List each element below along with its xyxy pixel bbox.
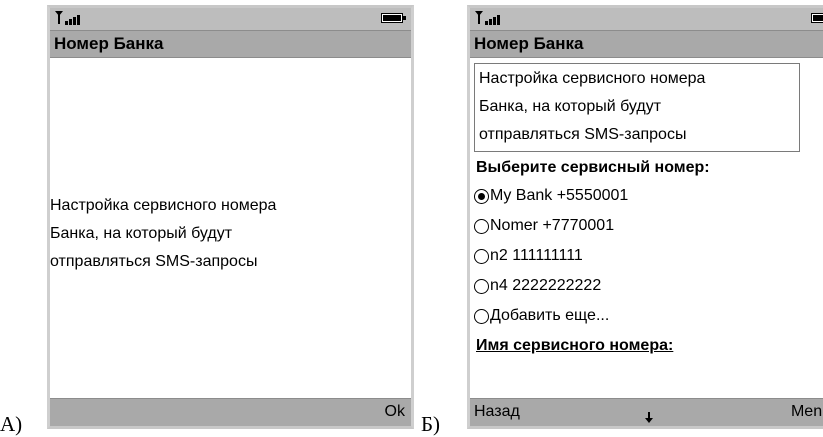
phone-screen-a: Номер Банка Настройка сервисного номера … xyxy=(47,5,414,429)
radio-option-label: n2 111111111 xyxy=(490,247,583,264)
screen-title: Номер Банка xyxy=(470,30,823,58)
description-line: Банка, на который будут xyxy=(479,98,662,115)
description-line: отправляться SMS-запросы xyxy=(479,126,687,143)
radio-unchecked-icon[interactable] xyxy=(474,308,489,324)
battery-icon xyxy=(811,13,823,23)
select-number-label: Выберите сервисный номер: xyxy=(476,159,710,176)
description-textbox: Настройка сервисного номера Банка, на ко… xyxy=(474,63,800,152)
battery-fill xyxy=(383,15,401,21)
description-line: Настройка сервисного номера xyxy=(479,70,706,87)
description-text: Настройка сервисного номера Банка, на ко… xyxy=(50,192,410,276)
number-name-label: Имя сервисного номера: xyxy=(476,337,674,354)
radio-option-label: My Bank +5550001 xyxy=(490,187,629,204)
radio-option-label: n4 2222222222 xyxy=(490,277,602,294)
screen-content: Настройка сервисного номера Банка, на ко… xyxy=(50,58,411,398)
softkey-bar: Ok xyxy=(50,398,411,426)
radio-unchecked-icon[interactable] xyxy=(474,278,489,294)
figure-label-a: А) xyxy=(0,412,23,436)
battery-icon xyxy=(381,13,406,23)
description-line: отправляться SMS-запросы xyxy=(50,253,258,270)
description-line: Банка, на который будут xyxy=(50,225,233,242)
radio-list: My Bank +5550001 Nomer +7770001 n2 1111111… xyxy=(470,181,823,331)
radio-option[interactable]: Добавить еще... xyxy=(470,301,823,331)
figure: А) Номер Банка Настройка сервисного номе… xyxy=(0,0,823,437)
radio-unchecked-icon[interactable] xyxy=(474,248,489,264)
status-bar xyxy=(470,8,823,30)
radio-option-label: Добавить еще... xyxy=(490,307,610,324)
radio-option[interactable]: n4 2222222222 xyxy=(470,271,823,301)
radio-option[interactable]: n2 111111111 xyxy=(470,241,823,271)
radio-option-label: Nomer +7770001 xyxy=(490,217,615,234)
screen-content: Настройка сервисного номера Банка, на ко… xyxy=(470,58,823,398)
menu-softkey[interactable]: Menu xyxy=(791,399,823,425)
back-softkey[interactable]: Назад xyxy=(474,399,520,425)
radio-unchecked-icon[interactable] xyxy=(474,218,489,234)
arrow-down-icon xyxy=(644,407,654,423)
status-bar xyxy=(50,8,411,30)
radio-option[interactable]: My Bank +5550001 xyxy=(470,181,823,211)
radio-checked-icon[interactable] xyxy=(474,188,489,204)
phone-screen-b: Номер Банка Настройка сервисного номера … xyxy=(467,5,823,429)
signal-icon xyxy=(55,11,80,25)
ok-softkey[interactable]: Ok xyxy=(385,399,405,425)
battery-fill xyxy=(813,15,823,21)
description-line: Настройка сервисного номера xyxy=(50,197,277,214)
screen-title: Номер Банка xyxy=(50,30,411,58)
radio-option[interactable]: Nomer +7770001 xyxy=(470,211,823,241)
softkey-bar: Назад Menu xyxy=(470,398,823,426)
signal-icon xyxy=(475,11,500,25)
figure-label-b: Б) xyxy=(421,412,441,436)
